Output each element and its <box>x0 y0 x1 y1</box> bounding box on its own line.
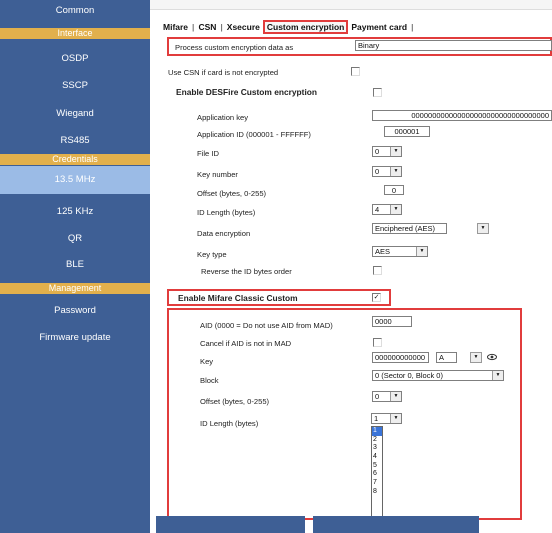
chevron-down-icon: ▼ <box>390 414 401 423</box>
offset2-select[interactable]: 0 ▼ <box>372 391 402 402</box>
sidebar-header-management: Management <box>0 283 150 294</box>
idlen2-label: ID Length (bytes) <box>200 419 259 428</box>
app-id-label: Application ID (000001 - FFFFFF) <box>197 130 311 139</box>
dropdown-option[interactable]: 4 <box>372 453 382 462</box>
id-length-value: 4 <box>375 205 380 214</box>
data-encryption-dropdown[interactable]: ▼ <box>474 223 489 234</box>
classic-checkbox[interactable]: ✓ <box>372 293 381 302</box>
tab-custom-encryption[interactable]: Custom encryption <box>262 20 349 34</box>
id-length-select[interactable]: 4 ▼ <box>372 204 402 215</box>
chevron-down-icon: ▼ <box>390 147 401 156</box>
data-encryption-select[interactable]: Enciphered (AES) <box>372 223 447 234</box>
app-key-input[interactable]: 000000000000000000000000000000000 <box>372 110 552 121</box>
sidebar-item-password[interactable]: Password <box>0 305 150 316</box>
key-label: Key <box>200 357 214 366</box>
top-strip <box>150 0 552 10</box>
file-id-label: File ID <box>197 149 219 158</box>
sidebar-item-ble[interactable]: BLE <box>0 259 150 270</box>
data-encryption-label: Data encryption <box>197 229 251 238</box>
tab-csn[interactable]: CSN <box>195 22 219 32</box>
key-type-value: AES <box>375 247 391 256</box>
idlen2-value: 1 <box>374 414 379 423</box>
key-type-label: Key type <box>197 250 227 259</box>
sidebar-item-sscp[interactable]: SSCP <box>0 80 150 91</box>
file-id-select[interactable]: 0 ▼ <box>372 146 402 157</box>
sidebar-item-qr[interactable]: QR <box>0 233 150 244</box>
tab-xsecure[interactable]: Xsecure <box>224 22 263 32</box>
sidebar-item-osdp[interactable]: OSDP <box>0 53 150 64</box>
tab-payment-card[interactable]: Payment card <box>348 22 410 32</box>
tab-bar: Mifare | CSN | Xsecure Custom encryption Payme… <box>160 20 414 34</box>
desfire-checkbox[interactable] <box>373 88 382 97</box>
dropdown-option[interactable]: 3 <box>372 444 382 453</box>
aid-label: AID (0000 = Do not use AID from MAD) <box>200 321 333 330</box>
dropdown-option[interactable]: 7 <box>372 479 382 488</box>
key-ab-select[interactable]: A <box>436 352 457 363</box>
cancel-checkbox[interactable] <box>373 338 382 347</box>
dropdown-option[interactable]: 2 <box>372 436 382 445</box>
key-number-value: 0 <box>375 167 380 176</box>
dropdown-option[interactable]: 1 <box>372 427 382 436</box>
offset2-label: Offset (bytes, 0-255) <box>200 397 270 406</box>
key-number-select[interactable]: 0 ▼ <box>372 166 402 177</box>
chevron-down-icon: ▼ <box>416 247 427 256</box>
sidebar-item-rs485[interactable]: RS485 <box>0 135 150 146</box>
sidebar-item-wiegand[interactable]: Wiegand <box>0 108 150 119</box>
dropdown-option[interactable]: 5 <box>372 462 382 471</box>
offset-input[interactable]: 0 <box>384 185 404 195</box>
process-label: Process custom encryption data as <box>175 43 294 52</box>
tab-separator: | <box>411 22 414 32</box>
chevron-down-icon: ▼ <box>390 167 401 176</box>
key-input[interactable]: 000000000000 <box>372 352 429 363</box>
offset-label: Offset (bytes, 0-255) <box>197 189 267 198</box>
chevron-down-icon: ▼ <box>390 205 401 214</box>
sidebar-item-common[interactable]: Common <box>0 5 150 16</box>
block-value: 0 (Sector 0, Block 0) <box>375 371 443 380</box>
sidebar-item-firmware[interactable]: Firmware update <box>0 332 150 343</box>
block-label: Block <box>200 376 219 385</box>
eye-icon[interactable] <box>487 353 497 361</box>
dropdown-option[interactable]: 8 <box>372 488 382 497</box>
file-id-value: 0 <box>375 147 380 156</box>
block-select[interactable]: 0 (Sector 0, Block 0) ▼ <box>372 370 504 381</box>
sidebar-item-125khz[interactable]: 125 KHz <box>0 206 150 217</box>
idlen2-select[interactable]: 1 ▼ <box>371 413 402 424</box>
bottom-button-right[interactable] <box>313 516 479 533</box>
chevron-down-icon: ▼ <box>471 353 481 362</box>
chevron-down-icon: ▼ <box>492 371 503 380</box>
sidebar-item-13-5mhz[interactable]: 13.5 MHz <box>0 166 150 194</box>
offset2-value: 0 <box>375 392 380 401</box>
chevron-down-icon: ▼ <box>477 223 489 234</box>
sidebar: Common Interface OSDP SSCP Wiegand RS485… <box>0 0 150 533</box>
chevron-down-icon: ▼ <box>390 392 401 401</box>
tab-mifare[interactable]: Mifare <box>160 22 191 32</box>
app-id-input[interactable]: 000001 <box>384 126 430 137</box>
key-ab-value: A <box>439 353 445 362</box>
desfire-header: Enable DESFire Custom encryption <box>176 87 318 97</box>
process-select[interactable]: Binary <box>355 40 552 51</box>
reverse-checkbox[interactable] <box>373 266 382 275</box>
idlen2-dropdown-list: 1 2 3 4 5 6 7 8 <box>371 426 383 518</box>
data-encryption-value: Enciphered (AES) <box>375 224 436 233</box>
aid-input[interactable]: 0000 <box>372 316 412 327</box>
sidebar-header-interface: Interface <box>0 28 150 39</box>
key-number-label: Key number <box>197 170 238 179</box>
reverse-label: Reverse the ID bytes order <box>201 267 292 276</box>
classic-header: Enable Mifare Classic Custom <box>178 293 298 303</box>
sidebar-header-credentials: Credentials <box>0 154 150 165</box>
cancel-label: Cancel if AID is not in MAD <box>200 339 292 348</box>
id-length-label: ID Length (bytes) <box>197 208 256 217</box>
use-csn-checkbox[interactable] <box>351 67 360 76</box>
key-ab-dropdown[interactable]: ▼ <box>470 352 482 363</box>
app-key-label: Application key <box>197 113 249 122</box>
use-csn-label: Use CSN if card is not encrypted <box>168 68 279 77</box>
key-type-select[interactable]: AES ▼ <box>372 246 428 257</box>
bottom-button-left[interactable] <box>156 516 305 533</box>
dropdown-option[interactable]: 6 <box>372 470 382 479</box>
